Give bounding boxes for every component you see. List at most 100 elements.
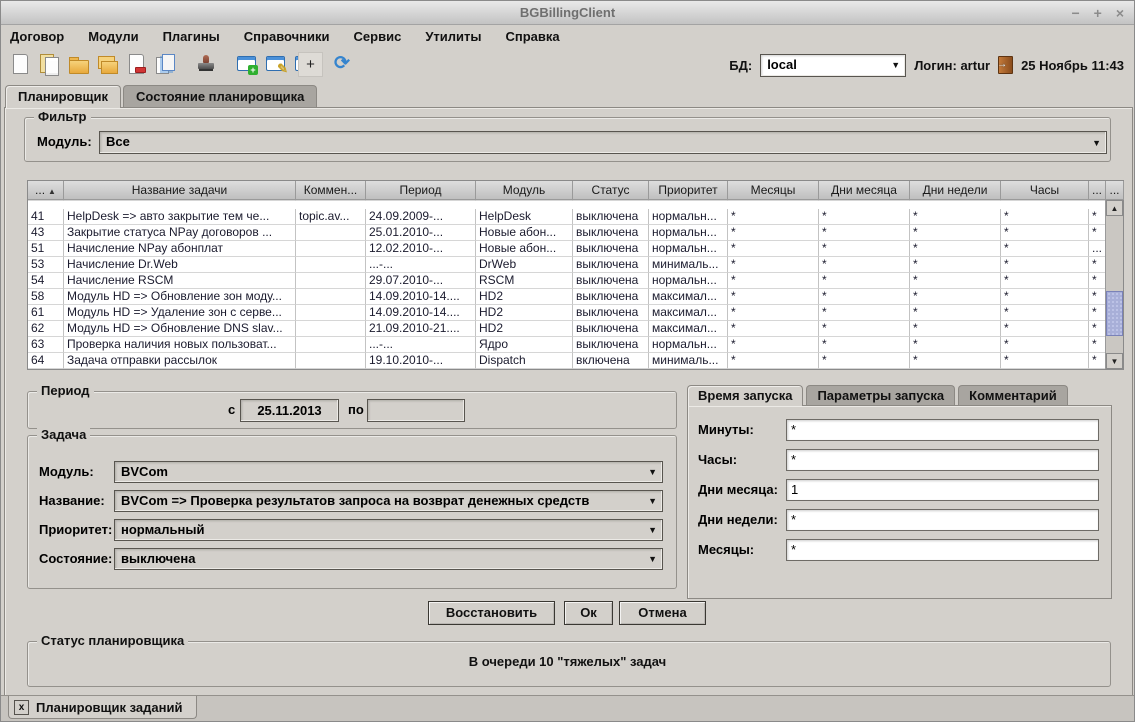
cell-status[interactable]: выключена xyxy=(573,209,649,225)
cell-month_days[interactable]: * xyxy=(819,321,910,337)
bottom-tab-planner-tasks[interactable]: x Планировщик заданий xyxy=(8,696,197,719)
cell-comment[interactable] xyxy=(296,225,366,241)
cell-period[interactable]: 19.10.2010-... xyxy=(366,353,476,369)
column-header-period[interactable]: Период xyxy=(366,181,476,200)
cell-status[interactable]: выключена xyxy=(573,337,649,353)
refresh-icon[interactable] xyxy=(333,53,355,75)
cell-comment[interactable] xyxy=(296,305,366,321)
cell-hours[interactable]: * xyxy=(1001,225,1089,241)
open-folder-icon[interactable] xyxy=(67,53,89,75)
cell-hours[interactable]: * xyxy=(1001,289,1089,305)
cell-months[interactable]: * xyxy=(728,209,819,225)
column-header-id[interactable]: ...▲ xyxy=(28,181,64,200)
cell-priority[interactable]: нормальн... xyxy=(649,241,728,257)
folders-icon[interactable] xyxy=(96,53,118,75)
scrollbar-up-button[interactable]: ▲ xyxy=(1106,200,1123,216)
cell-month_days[interactable]: * xyxy=(819,289,910,305)
cell-months[interactable]: * xyxy=(728,273,819,289)
table-row[interactable]: 40Выполнение глобальных скриптов п...05.… xyxy=(28,200,1123,209)
table-row[interactable]: 54Начисление RSCM29.07.2010-...RSCMвыклю… xyxy=(28,273,1123,289)
vertical-scrollbar[interactable]: ▲ ▼ xyxy=(1105,200,1123,369)
cell-status[interactable]: выключена xyxy=(573,257,649,273)
cell-name[interactable]: Проверка наличия новых пользоват... xyxy=(64,337,296,353)
menu-item-moduli[interactable]: Модули xyxy=(88,26,138,47)
schedule-tab-comment[interactable]: Комментарий xyxy=(958,385,1068,405)
cell-period[interactable]: 24.09.2009-... xyxy=(366,209,476,225)
cell-hours[interactable]: * xyxy=(1001,305,1089,321)
cell-comment[interactable] xyxy=(296,273,366,289)
cell-hours[interactable]: * xyxy=(1001,321,1089,337)
schedule-tab-run-time[interactable]: Время запуска xyxy=(687,385,803,406)
cell-module[interactable]: Ядро xyxy=(476,200,573,201)
cell-priority[interactable]: максимал... xyxy=(649,305,728,321)
cell-status[interactable]: выключена xyxy=(573,273,649,289)
column-header-name[interactable]: Название задачи xyxy=(64,181,296,200)
cell-week_days[interactable]: * xyxy=(910,241,1001,257)
cell-week_days[interactable]: * xyxy=(910,337,1001,353)
cell-status[interactable]: выключена xyxy=(573,289,649,305)
task-priority-select[interactable]: нормальный xyxy=(114,519,663,541)
cell-comment[interactable]: topic.av... xyxy=(296,209,366,225)
cell-module[interactable]: RSCM xyxy=(476,273,573,289)
cell-hours[interactable]: * xyxy=(1001,200,1089,201)
menu-item-plaginy[interactable]: Плагины xyxy=(163,26,220,47)
cell-module[interactable]: Ядро xyxy=(476,337,573,353)
table-row[interactable]: 63Проверка наличия новых пользоват......… xyxy=(28,337,1123,353)
cell-comment[interactable] xyxy=(296,241,366,257)
cell-extra[interactable]: * xyxy=(1089,289,1106,305)
cell-extra[interactable]: * xyxy=(1089,321,1106,337)
cell-id[interactable]: 51 xyxy=(28,241,64,257)
add-window-icon[interactable] xyxy=(236,53,258,75)
cell-week_days[interactable]: * xyxy=(910,257,1001,273)
cell-name[interactable]: Модуль HD => Удаление зон с серве... xyxy=(64,305,296,321)
menu-item-dogovor[interactable]: Договор xyxy=(10,26,64,47)
cell-period[interactable]: 21.09.2010-21.... xyxy=(366,321,476,337)
cell-month_days[interactable]: * xyxy=(819,353,910,369)
maximize-button[interactable]: + xyxy=(1094,1,1102,25)
menu-item-servis[interactable]: Сервис xyxy=(354,26,402,47)
cell-week_days[interactable]: * xyxy=(910,209,1001,225)
table-row[interactable]: 64Задача отправки рассылок19.10.2010-...… xyxy=(28,353,1123,369)
table-row[interactable]: 62Модуль HD => Обновление DNS slav...21.… xyxy=(28,321,1123,337)
cell-id[interactable]: 64 xyxy=(28,353,64,369)
menu-item-spravka[interactable]: Справка xyxy=(505,26,559,47)
cell-module[interactable]: Новые абон... xyxy=(476,225,573,241)
cell-module[interactable]: Dispatch xyxy=(476,353,573,369)
cell-priority[interactable]: минималь... xyxy=(649,353,728,369)
cell-hours[interactable]: * xyxy=(1001,353,1089,369)
cell-status[interactable]: включена xyxy=(573,353,649,369)
cell-month_days[interactable]: * xyxy=(819,225,910,241)
cell-comment[interactable] xyxy=(296,200,366,201)
cell-priority[interactable]: нормальн... xyxy=(649,337,728,353)
task-module-select[interactable]: BVCom xyxy=(114,461,663,483)
table-row[interactable]: 41HelpDesk => авто закрытие тем че...top… xyxy=(28,209,1123,225)
period-to-field[interactable] xyxy=(367,399,465,422)
cell-module[interactable]: Новые абон... xyxy=(476,241,573,257)
cell-months[interactable]: * xyxy=(728,241,819,257)
cell-extra[interactable]: * xyxy=(1089,200,1106,201)
edit-window-icon[interactable] xyxy=(265,53,287,75)
column-header-comment[interactable]: Коммен... xyxy=(296,181,366,200)
cell-extra[interactable]: * xyxy=(1089,337,1106,353)
cell-months[interactable]: * xyxy=(728,337,819,353)
cell-week_days[interactable]: * xyxy=(910,353,1001,369)
schedule-field-input-minutes[interactable]: * xyxy=(786,419,1099,441)
cell-month_days[interactable]: * xyxy=(819,305,910,321)
cell-id[interactable]: 40 xyxy=(28,200,64,201)
cell-hours[interactable]: * xyxy=(1001,273,1089,289)
table-row[interactable]: 61Модуль HD => Удаление зон с серве...14… xyxy=(28,305,1123,321)
schedule-field-input-month-days[interactable]: 1 xyxy=(786,479,1099,501)
cell-priority[interactable]: нормальн... xyxy=(649,209,728,225)
cell-period[interactable]: 25.01.2010-... xyxy=(366,225,476,241)
cell-extra[interactable]: * xyxy=(1089,273,1106,289)
cell-priority[interactable]: нормальн... xyxy=(649,273,728,289)
schedule-field-input-week-days[interactable]: * xyxy=(786,509,1099,531)
column-header-priority[interactable]: Приоритет xyxy=(649,181,728,200)
cell-comment[interactable] xyxy=(296,337,366,353)
column-header-extra[interactable]: ... xyxy=(1089,181,1106,200)
cell-hours[interactable]: * xyxy=(1001,241,1089,257)
cell-extra[interactable]: * xyxy=(1089,257,1106,273)
logout-door-icon[interactable] xyxy=(998,56,1013,74)
cell-months[interactable]: * xyxy=(728,289,819,305)
cell-period[interactable]: 29.07.2010-... xyxy=(366,273,476,289)
